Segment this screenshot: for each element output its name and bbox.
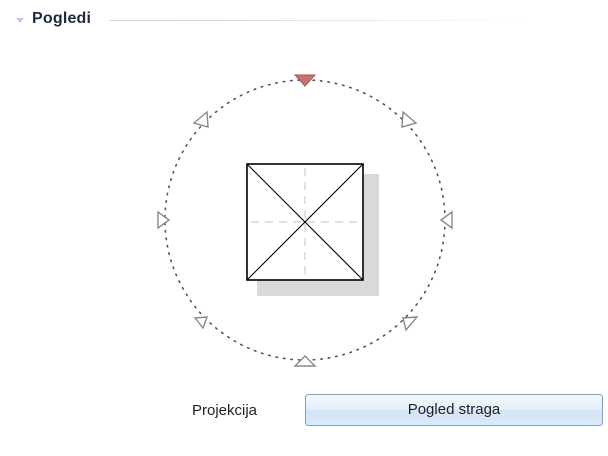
square-x-icon[interactable] <box>246 163 364 281</box>
view-marker-front-right-icon[interactable] <box>401 110 418 128</box>
view-marker-front-left-icon[interactable] <box>192 110 209 128</box>
view-marker-back-right-icon[interactable] <box>402 316 419 332</box>
section-divider <box>110 20 540 21</box>
view-selector-graphic <box>157 74 453 367</box>
section-title: Pogledi <box>32 10 92 27</box>
view-marker-back-icon[interactable] <box>293 355 317 367</box>
projection-label: Projekcija <box>192 402 258 419</box>
projection-button[interactable]: Pogled straga <box>305 394 603 426</box>
view-selector <box>140 60 470 380</box>
collapse-toggle-icon[interactable] <box>14 14 26 26</box>
view-marker-back-left-icon[interactable] <box>193 316 209 330</box>
view-marker-right-icon[interactable] <box>439 210 453 230</box>
section-header: Pogledi <box>0 6 560 34</box>
view-marker-left-icon[interactable] <box>157 210 171 230</box>
projection-row: Projekcija Pogled straga <box>0 392 608 432</box>
